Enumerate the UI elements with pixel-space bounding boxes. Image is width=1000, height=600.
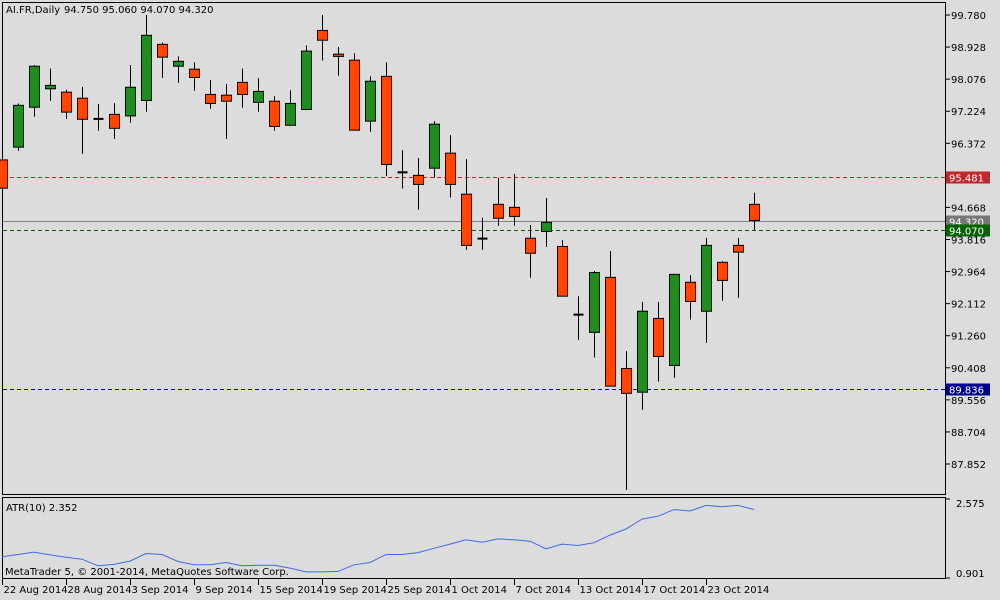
candle-body-bull [589,271,600,333]
candle-body-bull [125,86,136,117]
candle-body-bull [637,310,648,393]
price-label: 91.260 [951,332,986,343]
price-label: 93.816 [951,236,986,247]
candle[interactable] [349,53,360,131]
candle-body-bull [701,244,712,312]
symbol-timeframe: AI.FR,Daily [6,5,60,16]
candle-body-bull [45,84,56,90]
candle-body-bear [333,53,344,57]
candle[interactable] [13,103,24,151]
candle-body-bear [493,203,504,219]
candle-body-bear [269,100,280,127]
candle-body-bear [237,81,248,95]
price-chart[interactable]: 95.48194.32094.07089.836 99.78098.92898.… [0,0,1000,600]
date-label: 3 Sep 2014 [132,585,189,596]
candle-body-bear [221,94,232,102]
date-label: 22 Aug 2014 [4,585,68,596]
candle[interactable] [269,96,280,131]
price-axis: 99.780 98.928 98.076 97.224 96.372 94.668 93.8… [945,11,986,471]
candle-body-bear [653,317,664,357]
candle-body-bear [605,276,616,387]
candle-body-bull [541,221,552,232]
candle-body-bear [733,244,744,253]
candle[interactable] [557,240,568,297]
candle-body-bear [509,206,520,217]
lower-level-label: 89.836 [949,386,984,397]
candle[interactable] [669,273,680,378]
candle-body-bear [557,246,568,297]
atr-scale-min: 0.901 [956,569,985,580]
candle-body-bear [157,43,168,58]
price-label: 97.224 [951,107,986,118]
price-label: 88.704 [951,428,986,439]
candle-body-bull [301,50,312,110]
candle-body-bear [445,152,456,185]
candle-body-bull [29,65,40,108]
ohlc-readout: 94.750 95.060 94.070 94.320 [64,5,214,16]
candle-body-bear [461,193,472,246]
candle-body-bear [381,75,392,165]
candle-body-bear [413,174,424,185]
candle[interactable] [0,158,8,191]
date-label: 7 Oct 2014 [516,585,571,596]
price-label: 94.668 [951,203,986,214]
candle[interactable] [301,45,312,110]
candle-body-bull [173,60,184,67]
candle-body-bull [253,90,264,103]
price-label: 89.556 [951,396,986,407]
atr-scale-max: 2.575 [956,499,985,510]
candle-body-bull [669,273,680,366]
price-label: 96.372 [951,139,986,150]
candle-body-bull [285,102,296,126]
candle-body-bear [525,237,536,254]
candle-body-bull [141,34,152,101]
price-label: 98.928 [951,43,986,54]
candle-body-bear [717,261,728,281]
copyright-text: MetaTrader 5, © 2001-2014, MetaQuotes So… [5,567,289,578]
candle-body-bear [685,281,696,302]
candle-body-bear [77,97,88,120]
date-label: 15 Sep 2014 [260,585,323,596]
candle-body-bear [621,367,632,394]
candle-body-bear [749,203,760,222]
candle[interactable] [381,62,392,177]
candle-body-bull [429,123,440,169]
price-label: 98.076 [951,75,986,86]
upper-level-label: 95.481 [949,174,984,185]
candle-body-bull [13,104,24,148]
candle-body-bear [317,29,328,41]
date-label: 1 Oct 2014 [452,585,507,596]
price-label: 99.780 [951,11,986,22]
candle-body-bull [365,80,376,122]
candle-body-bear [61,91,72,113]
date-label: 23 Oct 2014 [708,585,770,596]
price-label: 92.964 [951,268,986,279]
date-label: 19 Sep 2014 [324,585,387,596]
candle-body-bear [205,93,216,104]
date-label: 25 Sep 2014 [388,585,451,596]
date-label: 17 Oct 2014 [644,585,706,596]
candle-body-bear [189,68,200,78]
price-label: 90.408 [951,364,986,375]
date-label: 13 Oct 2014 [580,585,642,596]
price-label: 87.852 [951,460,986,471]
atr-label: ATR(10) 2.352 [6,503,77,514]
date-label: 28 Aug 2014 [68,585,132,596]
candle-body-bear [349,59,360,131]
candle-body-bear [0,159,8,189]
candle-body-bear [109,113,120,129]
date-label: 9 Sep 2014 [196,585,253,596]
price-label: 92.112 [951,300,986,311]
